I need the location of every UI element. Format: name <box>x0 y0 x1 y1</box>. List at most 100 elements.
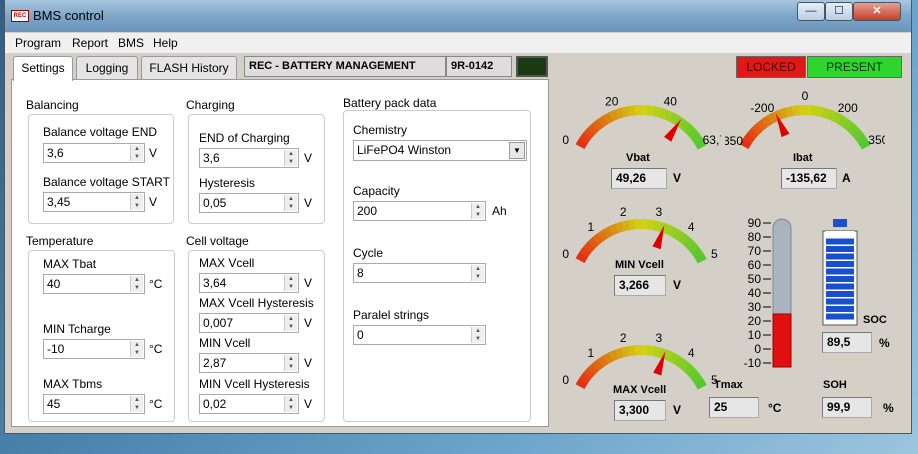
gauge-tick-label: 1 <box>587 220 594 234</box>
end-charging-spinner[interactable]: ▲ ▼ <box>284 150 297 166</box>
soh-unit: % <box>883 401 894 415</box>
max-vcell-readout-unit: V <box>673 403 682 417</box>
soh-readout: 99,9 <box>822 397 872 418</box>
settings-panel: Balancing Balance voltage END 3,6 ▲ ▼ V B… <box>11 79 549 427</box>
soh-label: SOH <box>823 379 847 391</box>
max-tbms-spinner[interactable]: ▲ ▼ <box>130 396 143 412</box>
vbat-readout: 49,26 <box>611 168 667 189</box>
ibat-unit: A <box>842 171 851 185</box>
tab-flash-history[interactable]: FLASH History <box>141 56 237 80</box>
hysteresis-label: Hysteresis <box>199 176 256 190</box>
gauge-tick-label: 0 <box>562 247 569 261</box>
min-vcell-spinner[interactable]: ▲ ▼ <box>284 355 297 371</box>
gauge-tick-label: 40 <box>664 94 678 108</box>
min-vcell-hyst-label: MIN Vcell Hysteresis <box>199 377 310 391</box>
ibat-label: Ibat <box>793 152 813 164</box>
menu-bms[interactable]: BMS <box>118 36 144 50</box>
min-tcharge-input[interactable]: -10 ▲ ▼ <box>43 339 145 359</box>
hysteresis-input[interactable]: 0,05 ▲ ▼ <box>199 193 299 213</box>
balance-end-unit: V <box>149 146 158 160</box>
gauge-tick-label: 3 <box>655 331 662 345</box>
gauge-tick-label: 200 <box>838 101 858 115</box>
gauge-arc-segment <box>634 219 642 230</box>
battery-cell <box>826 276 854 282</box>
chemistry-select[interactable]: LiFePO4 Winston ▼ <box>353 140 527 161</box>
title-bar[interactable]: REC BMS control — ☐ ✕ <box>5 0 911 32</box>
max-tbat-unit: °C <box>149 277 163 291</box>
tab-logging[interactable]: Logging <box>76 56 138 80</box>
vbat-gauge: 0 20 40 63,7 <box>562 94 721 150</box>
paralel-strings-spinner[interactable]: ▲ ▼ <box>471 327 484 343</box>
balance-end-spinner[interactable]: ▲ ▼ <box>130 145 143 161</box>
max-vcell-hyst-input[interactable]: 0,007 ▲ ▼ <box>199 313 299 333</box>
gauge-tick-label: 2 <box>620 331 627 345</box>
min-vcell-gauge-label: MIN Vcell <box>615 259 664 271</box>
device-code-field: 9R-0142 <box>446 56 512 77</box>
thermometer-tick-label: 80 <box>748 230 762 244</box>
min-vcell-input[interactable]: 2,87 ▲ ▼ <box>199 353 299 373</box>
max-vcell-hyst-unit: V <box>304 316 313 330</box>
thermometer-tick-label: 50 <box>748 272 762 286</box>
battery-cell <box>826 298 854 305</box>
menu-program[interactable]: Program <box>15 36 61 50</box>
min-tcharge-unit: °C <box>149 342 163 356</box>
battery-cell <box>826 253 854 260</box>
close-button[interactable]: ✕ <box>853 2 901 21</box>
tmax-label: Tmax <box>714 379 743 391</box>
max-vcell-hyst-label: MAX Vcell Hysteresis <box>199 296 314 310</box>
min-vcell-hyst-input[interactable]: 0,02 ▲ ▼ <box>199 394 299 414</box>
gauge-tick-label: 63,7 <box>703 133 721 147</box>
battery-cell <box>826 261 854 267</box>
thermometer-tick-label: 40 <box>748 286 762 300</box>
maximize-button[interactable]: ☐ <box>825 2 853 21</box>
minimize-button[interactable]: — <box>797 2 825 21</box>
locked-indicator: LOCKED <box>736 56 806 78</box>
balance-end-input[interactable]: 3,6 ▲ ▼ <box>43 143 145 163</box>
end-charging-input[interactable]: 3,6 ▲ ▼ <box>199 148 299 168</box>
instrument-panel: 0204063,7 Vbat 49,26 V 350-2000200350 Ib… <box>553 79 909 427</box>
gauge-tick-label: 350 <box>868 133 885 147</box>
max-vcell-spinner[interactable]: ▲ ▼ <box>284 275 297 291</box>
menu-report[interactable]: Report <box>72 36 108 50</box>
chevron-down-icon[interactable]: ▼ <box>509 142 525 159</box>
ibat-gauge: 350 -200 0 200 350 <box>725 89 885 150</box>
device-name-field: REC - BATTERY MANAGEMENT <box>244 56 446 77</box>
paralel-strings-input[interactable]: 0 ▲ ▼ <box>353 325 486 345</box>
cycle-spinner[interactable]: ▲ ▼ <box>471 265 484 281</box>
tmax-thermometer: 9080706050403020100-10 <box>744 216 792 370</box>
thermometer-tick-label: 70 <box>748 244 762 258</box>
max-tbat-input[interactable]: 40 ▲ ▼ <box>43 274 145 294</box>
min-tcharge-spinner[interactable]: ▲ ▼ <box>130 341 143 357</box>
cycle-input[interactable]: 8 ▲ ▼ <box>353 263 486 283</box>
balance-end-label: Balance voltage END <box>43 125 158 139</box>
battery-cell <box>826 306 854 312</box>
tab-settings[interactable]: Settings <box>13 56 73 81</box>
status-led <box>516 56 548 77</box>
max-tbat-spinner[interactable]: ▲ ▼ <box>130 276 143 292</box>
min-vcell-readout: 3,266 <box>614 275 666 296</box>
min-vcell-label: MIN Vcell <box>199 336 251 350</box>
charging-title: Charging <box>186 98 235 112</box>
capacity-spinner[interactable]: ▲ ▼ <box>471 203 484 219</box>
min-vcell-hyst-spinner[interactable]: ▲ ▼ <box>284 396 297 412</box>
max-vcell-unit: V <box>304 276 313 290</box>
end-charging-label: END of Charging <box>199 131 290 145</box>
vbat-label: Vbat <box>626 152 650 164</box>
gauge-tick-label: 350 <box>725 134 743 148</box>
chemistry-label: Chemistry <box>353 123 408 137</box>
battery-pack-title: Battery pack data <box>343 96 437 110</box>
balance-start-input[interactable]: 3,45 ▲ ▼ <box>43 192 145 212</box>
soc-battery-bar <box>822 219 858 326</box>
max-tbms-input[interactable]: 45 ▲ ▼ <box>43 394 145 414</box>
gauge-arc-segment <box>798 105 806 116</box>
hysteresis-spinner[interactable]: ▲ ▼ <box>284 195 297 211</box>
battery-cell <box>826 283 854 290</box>
gauge-tick-label: 4 <box>688 220 695 234</box>
max-vcell-hyst-spinner[interactable]: ▲ ▼ <box>284 315 297 331</box>
min-tcharge-label: MIN Tcharge <box>43 322 111 336</box>
max-vcell-input[interactable]: 3,64 ▲ ▼ <box>199 273 299 293</box>
balance-start-spinner[interactable]: ▲ ▼ <box>130 194 143 210</box>
menu-help[interactable]: Help <box>153 36 178 50</box>
thermometer-tick-label: 30 <box>748 300 762 314</box>
capacity-input[interactable]: 200 ▲ ▼ <box>353 201 486 221</box>
